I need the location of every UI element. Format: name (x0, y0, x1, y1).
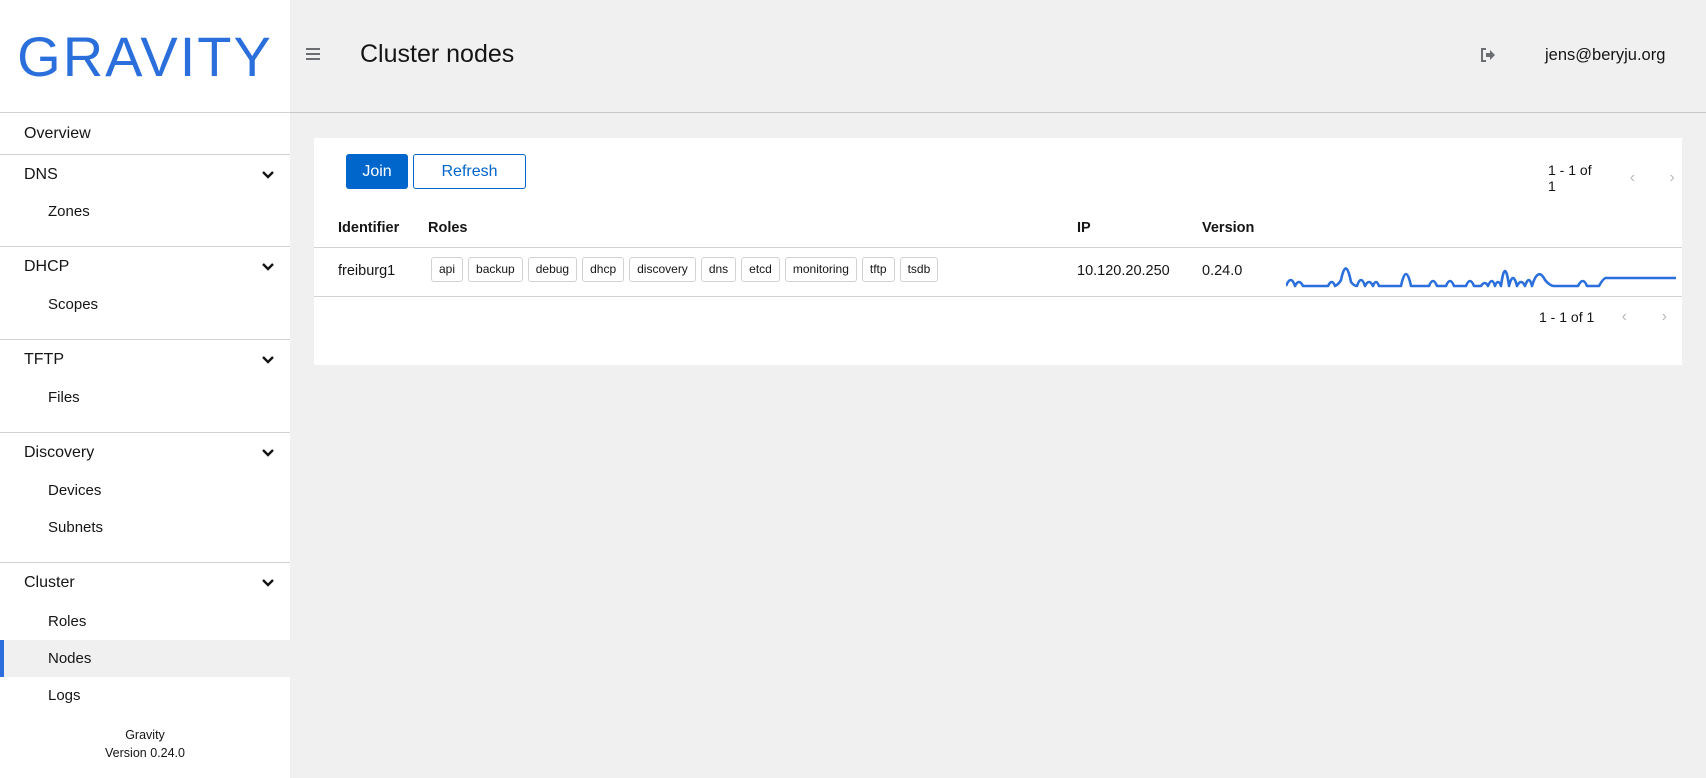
sparkline-line (1286, 267, 1676, 288)
pagination-bottom: 1 - 1 of 1 ‹ › (1539, 308, 1674, 326)
sidebar-group-label: TFTP (24, 351, 64, 368)
roles-list: api backup debug dhcp discovery dns etcd… (431, 257, 939, 282)
sidebar-footer: Gravity Version 0.24.0 (0, 726, 290, 762)
column-header-version[interactable]: Version (1202, 220, 1254, 236)
join-button[interactable]: Join (346, 154, 408, 189)
role-chip: api (431, 257, 464, 282)
sidebar-group-cluster[interactable]: Cluster (0, 563, 290, 603)
chevron-left-icon[interactable]: ‹ (1623, 169, 1643, 187)
sidebar-item-label: Files (48, 389, 80, 406)
footer-app-name: Gravity (125, 728, 165, 742)
refresh-button[interactable]: Refresh (413, 154, 526, 189)
cell-version: 0.24.0 (1202, 263, 1243, 279)
sidebar-item-zones[interactable]: Zones (0, 193, 290, 230)
column-header-identifier[interactable]: Identifier (338, 220, 399, 236)
footer-version: Version 0.24.0 (105, 746, 185, 760)
hamburger-icon[interactable] (306, 48, 320, 60)
sidebar-item-devices[interactable]: Devices (0, 472, 290, 509)
sidebar-group-dhcp[interactable]: DHCP (0, 247, 290, 287)
role-chip: tsdb (899, 257, 939, 282)
logout-icon[interactable] (1480, 48, 1496, 62)
page-header: Cluster nodes jens@beryju.org (290, 0, 1706, 113)
sparkline-chart (1286, 267, 1676, 288)
sidebar-group-tftp[interactable]: TFTP (0, 340, 290, 380)
role-chip: dhcp (582, 257, 625, 282)
sidebar-group-label: Cluster (24, 574, 75, 591)
sidebar-item-label: Roles (48, 613, 87, 630)
sidebar-item-label: Zones (48, 203, 90, 220)
chevron-right-icon[interactable]: › (1654, 308, 1674, 326)
pagination-label: 1 - 1 of 1 (1548, 162, 1592, 194)
role-chip: debug (527, 257, 578, 282)
sidebar-group-label: DHCP (24, 258, 70, 275)
sidebar: GRAVITY Overview DNS Zones DHCP Scopes T… (0, 0, 290, 778)
chevron-down-icon (262, 449, 274, 457)
pagination-top: 1 - 1 of 1 ‹ › (1548, 162, 1682, 194)
sidebar-item-scopes[interactable]: Scopes (0, 286, 290, 323)
sidebar-item-logs[interactable]: Logs (0, 677, 290, 714)
sidebar-item-label: Subnets (48, 519, 104, 536)
cell-ip: 10.120.20.250 (1077, 263, 1170, 279)
sidebar-item-subnets[interactable]: Subnets (0, 509, 290, 546)
role-chip: dns (700, 257, 737, 282)
role-chip: monitoring (784, 257, 857, 282)
role-chip: etcd (741, 257, 780, 282)
cell-identifier: freiburg1 (338, 263, 396, 279)
role-chip: backup (468, 257, 523, 282)
sidebar-item-label: Devices (48, 482, 102, 499)
column-header-ip[interactable]: IP (1077, 220, 1091, 236)
sidebar-item-label: Nodes (48, 650, 92, 667)
sidebar-item-nodes[interactable]: Nodes (0, 640, 290, 677)
page-title: Cluster nodes (360, 40, 515, 68)
sidebar-group-discovery[interactable]: Discovery (0, 433, 290, 473)
gravity-logo: GRAVITY (20, 30, 270, 82)
sidebar-group-dns[interactable]: DNS (0, 155, 290, 195)
chevron-down-icon (262, 356, 274, 364)
logo[interactable]: GRAVITY (0, 0, 290, 113)
role-chip: tftp (861, 257, 895, 282)
sidebar-item-label: Scopes (48, 296, 99, 313)
sidebar-item-files[interactable]: Files (0, 379, 290, 416)
pagination-label: 1 - 1 of 1 (1539, 309, 1595, 325)
sidebar-item-roles[interactable]: Roles (0, 603, 290, 640)
user-menu[interactable]: jens@beryju.org (1545, 46, 1665, 65)
sidebar-item-label: Overview (24, 125, 91, 142)
chevron-right-icon[interactable]: › (1662, 169, 1682, 187)
nodes-card: Join Refresh 1 - 1 of 1 ‹ › Identifier R… (314, 138, 1682, 365)
sidebar-item-label: Logs (48, 687, 81, 704)
svg-text:GRAVITY: GRAVITY (20, 30, 270, 82)
chevron-down-icon (262, 171, 274, 179)
chevron-left-icon[interactable]: ‹ (1614, 308, 1634, 326)
sidebar-group-label: DNS (24, 166, 58, 183)
role-chip: discovery (629, 257, 696, 282)
chevron-down-icon (262, 579, 274, 587)
sidebar-group-label: Discovery (24, 444, 95, 461)
sidebar-item-overview[interactable]: Overview (0, 114, 290, 154)
chevron-down-icon (262, 263, 274, 271)
column-header-roles[interactable]: Roles (428, 220, 468, 236)
